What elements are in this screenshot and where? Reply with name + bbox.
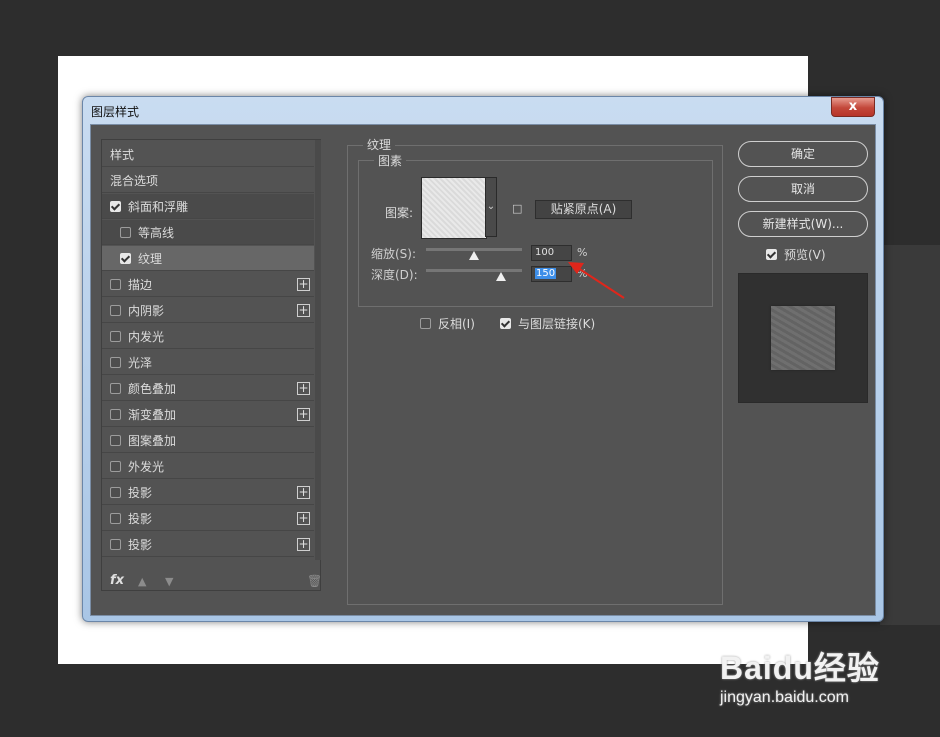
baidu-watermark: Baidu经验 jingyan.baidu.com bbox=[720, 643, 900, 707]
annotation-arrow-icon bbox=[568, 262, 625, 299]
watermark-logo: Baidu经验 bbox=[720, 650, 880, 686]
watermark-url: jingyan.baidu.com bbox=[720, 689, 849, 706]
